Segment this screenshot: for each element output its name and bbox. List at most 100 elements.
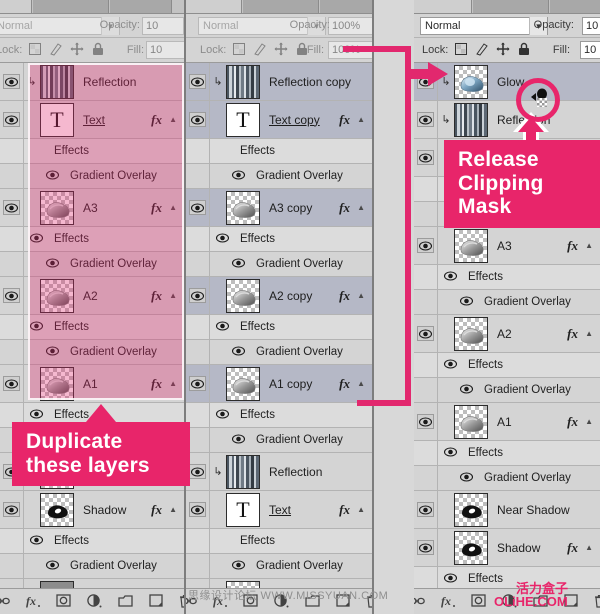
layer-row[interactable]: ↳ Reflection [186, 452, 372, 491]
eye-icon[interactable] [417, 540, 434, 555]
layer-thumbnail[interactable] [226, 64, 260, 99]
eye-icon[interactable] [417, 414, 434, 429]
effects-group-row[interactable]: Effects [0, 314, 184, 340]
effect-visibility-toggle[interactable] [414, 289, 438, 315]
layer-effects-fx-icon[interactable]: fx [567, 540, 578, 556]
layer-name[interactable]: A1 copy [269, 377, 312, 391]
add-layer-mask-icon[interactable] [470, 594, 486, 609]
layer-row[interactable]: Background [0, 578, 184, 588]
layer-visibility-toggle[interactable] [186, 578, 210, 588]
eye-icon[interactable] [189, 74, 206, 89]
layer-effects-fx-icon[interactable]: fx [151, 502, 162, 518]
layer-visibility-toggle[interactable] [186, 490, 210, 529]
layer-visibility-toggle[interactable] [0, 188, 24, 227]
layer-visibility-toggle[interactable] [0, 490, 24, 529]
add-layer-style-icon[interactable]: fx [212, 594, 227, 609]
layer-row[interactable]: A2 fx ▲ [0, 276, 184, 315]
layer-name[interactable]: A2 [83, 289, 98, 303]
eye-icon[interactable] [29, 230, 44, 248]
eye-icon[interactable] [231, 167, 246, 185]
link-layers-icon[interactable] [186, 594, 197, 609]
layer-visibility-toggle[interactable] [186, 63, 210, 101]
layer-visibility-toggle[interactable] [414, 314, 438, 353]
layer-row[interactable]: A3 fx ▲ [414, 226, 600, 265]
link-layers-icon[interactable] [414, 594, 425, 609]
layer-thumbnail[interactable] [40, 366, 74, 401]
eye-icon[interactable] [231, 343, 246, 361]
effect-row[interactable]: Gradient Overlay [186, 163, 372, 189]
expand-effects-triangle-icon[interactable]: ▲ [169, 203, 177, 212]
layer-effects-fx-icon[interactable]: fx [339, 376, 350, 392]
eye-icon[interactable] [215, 318, 230, 336]
eye-icon[interactable] [417, 74, 434, 89]
layer-visibility-toggle[interactable] [414, 100, 438, 139]
effect-row[interactable]: Gradient Overlay [414, 377, 600, 403]
layer-row[interactable]: ↳ Reflection copy [186, 63, 372, 101]
tab-channels[interactable] [33, 0, 109, 13]
layer-row[interactable]: ↳ Reflection [0, 63, 184, 101]
effects-visibility-toggle[interactable] [0, 314, 24, 340]
effect-visibility-toggle[interactable] [186, 251, 210, 277]
fill-input[interactable]: 100% [328, 41, 372, 59]
layer-thumbnail[interactable] [226, 366, 260, 401]
layer-visibility-toggle[interactable] [186, 364, 210, 403]
effect-visibility-toggle[interactable] [186, 163, 210, 189]
layer-thumbnail[interactable] [226, 580, 260, 588]
effect-row[interactable]: Gradient Overlay [186, 427, 372, 453]
layer-list-duplicated[interactable]: ↳ Reflection copy T Text copy fx ▲ Effects Grad… [186, 63, 372, 588]
new-layer-icon[interactable] [335, 594, 350, 609]
eye-icon[interactable] [417, 112, 434, 127]
lock-transparent-pixels-icon[interactable] [28, 42, 42, 56]
tab-layers[interactable] [414, 0, 472, 13]
new-group-icon[interactable] [117, 594, 133, 609]
add-layer-mask-icon[interactable] [242, 594, 258, 609]
effects-group-row[interactable]: Effects [414, 352, 600, 378]
expand-effects-triangle-icon[interactable]: ▲ [169, 115, 177, 124]
layer-visibility-toggle[interactable] [0, 63, 24, 101]
eye-icon[interactable] [45, 167, 60, 185]
effects-group-row[interactable]: Effects [0, 138, 184, 164]
add-layer-style-icon[interactable]: fx [25, 594, 40, 609]
blend-mode-select[interactable]: Normal ▾ [420, 17, 548, 35]
effect-row[interactable]: Gradient Overlay [414, 465, 600, 491]
layer-effects-fx-icon[interactable]: fx [567, 414, 578, 430]
layer-thumbnail[interactable] [454, 102, 488, 137]
layer-thumbnail[interactable] [454, 492, 488, 527]
eye-icon[interactable] [215, 406, 230, 424]
eye-icon[interactable] [45, 255, 60, 273]
eye-icon[interactable] [45, 343, 60, 361]
eye-icon[interactable] [189, 502, 206, 517]
layer-effects-fx-icon[interactable]: fx [151, 112, 162, 128]
layer-thumbnail[interactable] [40, 580, 74, 588]
eye-icon[interactable] [417, 326, 434, 341]
delete-layer-icon[interactable] [594, 594, 600, 609]
layer-row[interactable]: Shadow fx ▲ [0, 490, 184, 529]
new-layer-icon[interactable] [563, 594, 578, 609]
expand-effects-triangle-icon[interactable]: ▲ [357, 291, 365, 300]
layer-effects-fx-icon[interactable]: fx [339, 200, 350, 216]
eye-icon[interactable] [189, 112, 206, 127]
layer-thumbnail[interactable] [40, 190, 74, 225]
effects-group-row[interactable]: Effects [0, 528, 184, 554]
eye-icon[interactable] [443, 268, 458, 286]
layer-visibility-toggle[interactable] [186, 276, 210, 315]
layer-name[interactable]: Text [83, 113, 105, 127]
effects-visibility-toggle[interactable] [186, 528, 210, 554]
layer-visibility-toggle[interactable] [0, 364, 24, 403]
effects-visibility-toggle[interactable] [186, 138, 210, 164]
expand-effects-triangle-icon[interactable]: ▲ [585, 417, 593, 426]
eye-icon[interactable] [231, 557, 246, 575]
eye-icon[interactable] [3, 502, 20, 517]
effects-visibility-toggle[interactable] [186, 314, 210, 340]
layer-visibility-toggle[interactable] [0, 276, 24, 315]
layer-effects-fx-icon[interactable]: fx [567, 326, 578, 342]
expand-effects-triangle-icon[interactable]: ▲ [169, 379, 177, 388]
eye-icon[interactable] [3, 376, 20, 391]
effects-visibility-toggle[interactable] [414, 440, 438, 466]
effect-row[interactable]: Gradient Overlay [0, 251, 184, 277]
effect-row[interactable]: Gradient Overlay [186, 339, 372, 365]
effects-visibility-toggle[interactable] [414, 566, 438, 588]
effects-group-row[interactable]: Effects [186, 402, 372, 428]
effects-visibility-toggle[interactable] [414, 176, 438, 202]
eye-icon[interactable] [189, 464, 206, 479]
